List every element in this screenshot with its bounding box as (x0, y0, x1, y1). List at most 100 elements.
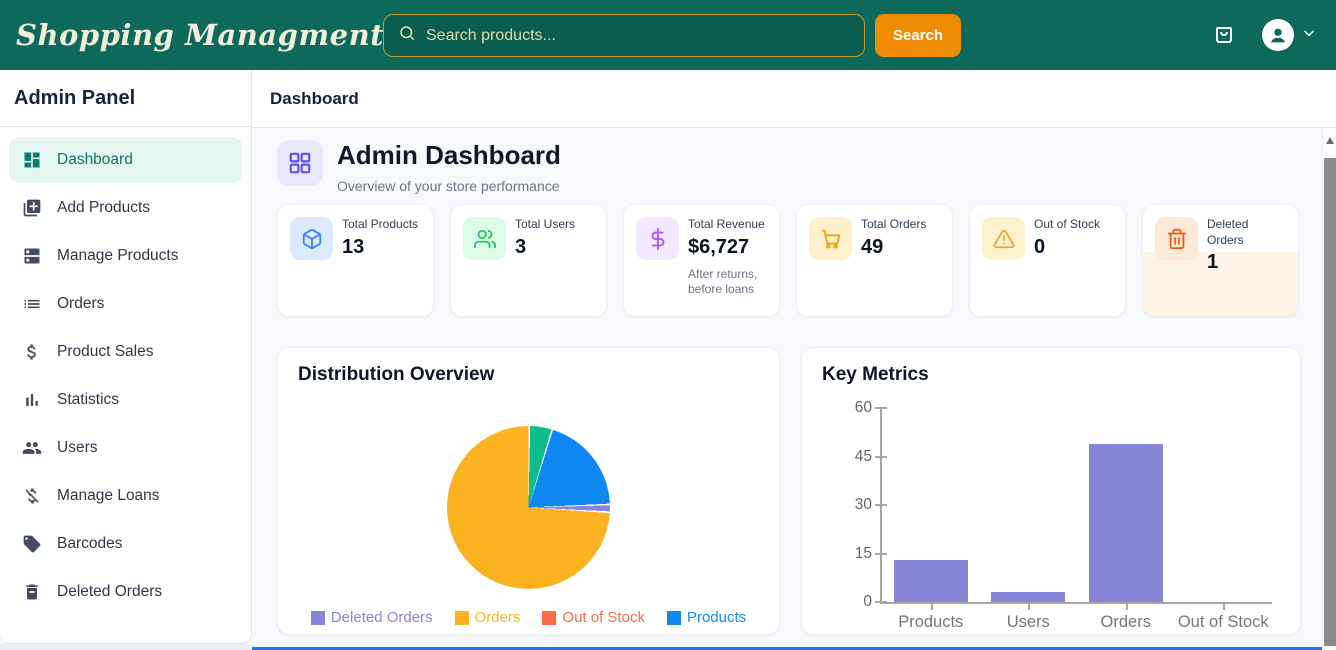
page-title: Admin Dashboard (337, 140, 561, 171)
sidebar-item-manage-loans[interactable]: Manage Loans (9, 473, 242, 519)
sidebar-item-product-sales[interactable]: Product Sales (9, 329, 242, 375)
stat-card-total-orders: Total Orders 49 (796, 204, 953, 317)
sidebar-item-deleted-orders[interactable]: Deleted Orders (9, 569, 242, 615)
legend-swatch (667, 611, 681, 625)
main-area: Dashboard Admin Dashboard Overview of yo… (252, 70, 1336, 650)
y-tick-mark (875, 601, 887, 603)
sidebar-item-users[interactable]: Users (9, 425, 242, 471)
stat-value: 0 (1034, 236, 1113, 259)
add-products-icon (22, 198, 42, 218)
pie-legend: Deleted Orders Orders Out of Stock Produ… (278, 609, 779, 626)
stat-caption: After returns, before loans (688, 267, 767, 298)
sidebar-item-barcodes[interactable]: Barcodes (9, 521, 242, 567)
y-tick-mark (875, 504, 887, 506)
stat-value: 1 (1207, 251, 1286, 274)
bar-x-label: Products (898, 613, 963, 632)
legend-item-out-of-stock[interactable]: Out of Stock (542, 609, 645, 626)
legend-item-deleted-orders[interactable]: Deleted Orders (311, 609, 433, 626)
sidebar-item-dashboard[interactable]: Dashboard (9, 137, 242, 183)
sidebar-item-label: Product Sales (57, 343, 154, 361)
warning-icon (982, 217, 1025, 260)
bar-slot: Out of Stock (1175, 408, 1273, 602)
app-logo: Shopping Managment (16, 18, 384, 52)
avatar[interactable] (1262, 19, 1294, 51)
search-input[interactable] (426, 27, 850, 45)
users-icon (463, 217, 506, 260)
money-off-icon (22, 486, 42, 506)
bar-slot: Users (980, 408, 1078, 602)
y-tick-label: 30 (832, 496, 872, 514)
header-actions (1212, 0, 1316, 70)
user-menu[interactable] (1262, 19, 1316, 51)
breadcrumb: Dashboard (270, 89, 359, 109)
bar-chart: ProductsUsersOrdersOut of Stock015304560 (874, 404, 1276, 635)
bar (894, 560, 968, 602)
cube-icon (290, 217, 333, 260)
bar (991, 592, 1065, 602)
stat-label: Total Orders (861, 217, 940, 233)
scroll-up-arrow[interactable] (1326, 137, 1334, 144)
dollar-icon (636, 217, 679, 260)
y-tick-label: 60 (832, 399, 872, 417)
scrollbar-thumb[interactable] (1324, 158, 1336, 646)
sidebar-item-statistics[interactable]: Statistics (9, 377, 242, 423)
sidebar-item-manage-products[interactable]: Manage Products (9, 233, 242, 279)
stat-label: Total Revenue (688, 217, 767, 233)
manage-products-icon (22, 246, 42, 266)
stat-value: $6,727 (688, 236, 767, 259)
sidebar-item-label: Barcodes (57, 535, 122, 553)
trash-icon (22, 582, 42, 602)
tag-icon (22, 534, 42, 554)
legend-label: Deleted Orders (331, 609, 433, 626)
bar-slot: Orders (1077, 408, 1175, 602)
bar-x-label: Users (1007, 613, 1050, 632)
distribution-overview-card: Distribution Overview Deleted Orders Ord… (277, 347, 780, 635)
search-icon (398, 24, 416, 47)
page-header: Admin Dashboard Overview of your store p… (277, 140, 1322, 194)
page-subtitle: Overview of your store performance (337, 178, 561, 194)
stat-card-total-products: Total Products 13 (277, 204, 434, 317)
trash-icon (1155, 217, 1198, 260)
bar-x-label: Orders (1101, 613, 1151, 632)
sidebar-item-label: Statistics (57, 391, 119, 409)
pie (447, 426, 610, 589)
sidebar-item-add-products[interactable]: Add Products (9, 185, 242, 231)
sidebar-item-label: Add Products (57, 199, 150, 217)
dashboard-content: Admin Dashboard Overview of your store p… (252, 128, 1322, 647)
sidebar-nav: Dashboard Add Products Manage Products O… (0, 127, 251, 615)
stat-value: 13 (342, 236, 421, 259)
y-tick-label: 45 (832, 448, 872, 466)
breadcrumb-bar: Dashboard (252, 70, 1336, 128)
search-box[interactable] (383, 14, 865, 57)
legend-swatch (542, 611, 556, 625)
sidebar-item-orders[interactable]: Orders (9, 281, 242, 327)
legend-swatch (311, 611, 325, 625)
stat-card-deleted-orders: Deleted Orders 1 (1142, 204, 1299, 317)
legend-label: Products (687, 609, 746, 626)
y-tick-label: 0 (832, 593, 872, 611)
bar-slot: Products (882, 408, 980, 602)
sidebar-item-label: Users (57, 439, 97, 457)
sidebar-title: Admin Panel (0, 70, 251, 127)
chart-title: Distribution Overview (298, 364, 759, 386)
chevron-down-icon[interactable] (1302, 26, 1316, 45)
chart-title: Key Metrics (822, 364, 1280, 386)
stat-label: Total Users (515, 217, 594, 233)
sidebar-bottom-strip (0, 644, 252, 650)
stat-value: 49 (861, 236, 940, 259)
bar (1089, 444, 1163, 602)
stat-card-total-users: Total Users 3 (450, 204, 607, 317)
shopping-bag-icon[interactable] (1212, 21, 1236, 50)
bar-plot: ProductsUsersOrdersOut of Stock015304560 (880, 408, 1272, 604)
legend-item-orders[interactable]: Orders (455, 609, 521, 626)
legend-swatch (455, 611, 469, 625)
sidebar-item-label: Manage Loans (57, 487, 160, 505)
users-icon (22, 438, 42, 458)
y-tick-mark (875, 407, 887, 409)
legend-item-products[interactable]: Products (667, 609, 746, 626)
dashboard-icon (22, 150, 42, 170)
app-header: Shopping Managment Search (0, 0, 1336, 70)
y-tick-mark (875, 553, 887, 555)
search-button[interactable]: Search (875, 14, 961, 57)
stat-card-out-of-stock: Out of Stock 0 (969, 204, 1126, 317)
